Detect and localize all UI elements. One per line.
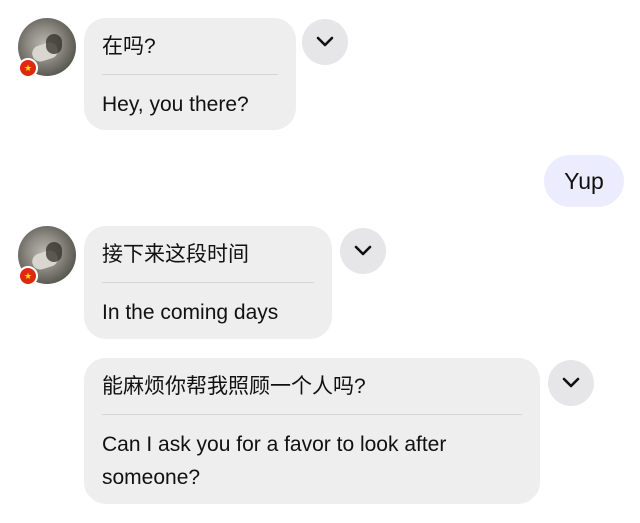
translation-toggle-button[interactable] <box>548 360 594 406</box>
translation-toggle-button[interactable] <box>340 228 386 274</box>
translated-text: Hey, you there? <box>102 93 249 116</box>
chevron-down-icon <box>562 377 580 388</box>
incoming-message-bubble[interactable]: 在吗? Hey, you there? <box>84 18 296 130</box>
incoming-message-bubble[interactable]: 能麻烦你帮我照顾一个人吗? Can I ask you for a favor … <box>84 358 540 504</box>
chat-thread: ★ 在吗? Hey, you there? Yup ★ 接下来这段时间 In t… <box>0 0 640 523</box>
chevron-down-icon <box>354 245 372 256</box>
original-text: 能麻烦你帮我照顾一个人吗? <box>102 372 522 415</box>
chevron-down-icon <box>316 36 334 47</box>
original-text: 接下来这段时间 <box>102 240 314 283</box>
avatar-photo-detail <box>46 34 62 54</box>
china-flag-icon: ★ <box>18 58 38 78</box>
avatar-photo-detail <box>46 242 62 262</box>
original-text: 在吗? <box>102 32 278 75</box>
translated-text: In the coming days <box>102 301 279 324</box>
china-flag-icon: ★ <box>18 266 38 286</box>
translation-toggle-button[interactable] <box>302 19 348 65</box>
outgoing-message-bubble[interactable]: Yup <box>544 155 624 207</box>
incoming-message-bubble[interactable]: 接下来这段时间 In the coming days <box>84 226 332 339</box>
translated-text: Can I ask you for a favor to look after … <box>102 433 447 489</box>
